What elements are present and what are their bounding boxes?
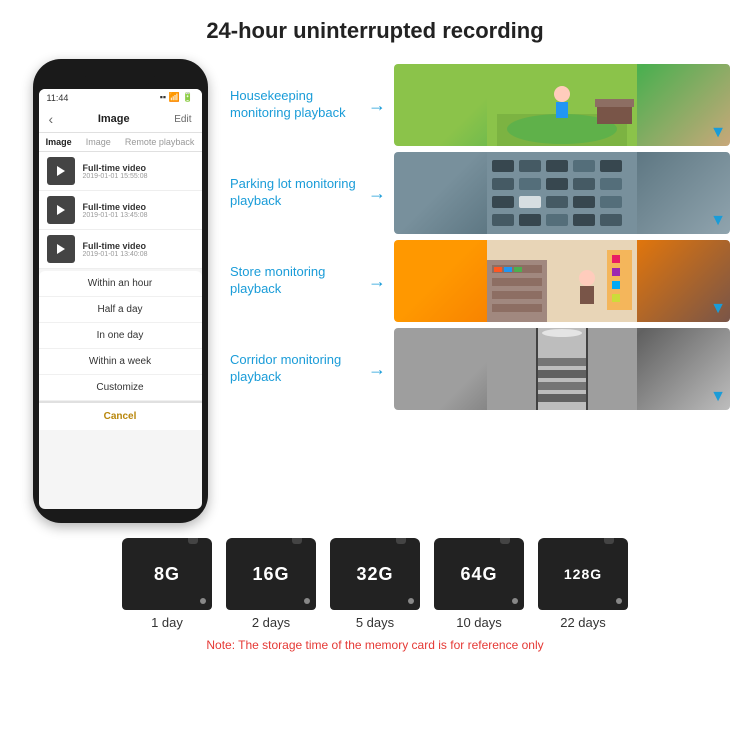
- phone-back-button[interactable]: ‹: [49, 111, 54, 127]
- corner-arrow-corridor: ▼: [710, 388, 726, 406]
- sd-card-dot-32g: [408, 598, 414, 604]
- storage-card-128g: 128G 22 days: [538, 538, 628, 630]
- sd-card-64g: 64G: [434, 538, 524, 610]
- arrow-store: →: [368, 271, 386, 292]
- video-thumb-1: [47, 157, 75, 185]
- monitoring-img-housekeeping: ▼ ▼: [394, 64, 730, 146]
- monitoring-corridor: Corridor monitoring playback →: [230, 328, 730, 410]
- dropdown-popup: Within an hour Half a day In one day Wit…: [39, 271, 202, 430]
- dropdown-item-oneday[interactable]: In one day: [39, 323, 202, 349]
- video-thumb-3: [47, 235, 75, 263]
- storage-days-128g: 22 days: [560, 615, 606, 630]
- phone-notch: [85, 71, 155, 85]
- monitoring-housekeeping: Housekeeping monitoring playback → ▼: [230, 64, 730, 146]
- storage-days-64g: 10 days: [456, 615, 502, 630]
- monitoring-label-corridor: Corridor monitoring playback: [230, 352, 360, 386]
- phone-nav-bar: ‹ Image Edit: [39, 106, 202, 133]
- video-date-1: 2019-01-01 15:55:08: [83, 173, 194, 180]
- tab-remote-playback[interactable]: Remote playback: [125, 137, 195, 147]
- phone-container: 11:44 ▪▪ 📶 🔋 ‹ Image Edit Image Image Re…: [20, 59, 220, 523]
- storage-section: 8G 1 day 16G 2 days 32G 5 days 64G: [0, 528, 750, 652]
- sd-card-16g: 16G: [226, 538, 316, 610]
- video-info-3: Full-time video 2019-01-01 13:40:08: [83, 241, 194, 258]
- storage-note: Note: The storage time of the memory car…: [206, 638, 543, 652]
- video-date-2: 2019-01-01 13:45:08: [83, 212, 194, 219]
- right-panel: Housekeeping monitoring playback → ▼: [230, 59, 730, 523]
- sd-card-label-16g: 16G: [252, 564, 289, 585]
- phone-screen: 11:44 ▪▪ 📶 🔋 ‹ Image Edit Image Image Re…: [39, 89, 202, 509]
- storage-days-16g: 2 days: [252, 615, 290, 630]
- sd-card-dot-128g: [616, 598, 622, 604]
- video-date-3: 2019-01-01 13:40:08: [83, 251, 194, 258]
- sd-card-dot-64g: [512, 598, 518, 604]
- main-content: 11:44 ▪▪ 📶 🔋 ‹ Image Edit Image Image Re…: [0, 59, 750, 523]
- storage-card-32g: 32G 5 days: [330, 538, 420, 630]
- phone-tabs: Image Image Remote playback: [39, 133, 202, 152]
- dropdown-item-week[interactable]: Within a week: [39, 349, 202, 375]
- monitoring-store: Store monitoring playback →: [230, 240, 730, 322]
- phone-edit-button[interactable]: Edit: [174, 114, 191, 125]
- sd-card-128g: 128G: [538, 538, 628, 610]
- monitoring-label-store: Store monitoring playback: [230, 264, 360, 298]
- sd-card-label-8g: 8G: [154, 564, 180, 585]
- dropdown-item-hour[interactable]: Within an hour: [39, 271, 202, 297]
- arrow-parking: →: [368, 183, 386, 204]
- storage-card-64g: 64G 10 days: [434, 538, 524, 630]
- sd-card-8g: 8G: [122, 538, 212, 610]
- tab-image[interactable]: Image: [46, 137, 72, 147]
- phone-status-icons: ▪▪ 📶 🔋: [160, 92, 194, 103]
- monitoring-img-corridor: ▼: [394, 328, 730, 410]
- video-info-2: Full-time video 2019-01-01 13:45:08: [83, 202, 194, 219]
- storage-card-8g: 8G 1 day: [122, 538, 212, 630]
- arrow-corridor: →: [368, 359, 386, 380]
- phone-time: 11:44: [47, 93, 69, 103]
- dropdown-item-customize[interactable]: Customize: [39, 375, 202, 401]
- dropdown-item-halfday[interactable]: Half a day: [39, 297, 202, 323]
- storage-days-8g: 1 day: [151, 615, 183, 630]
- storage-cards: 8G 1 day 16G 2 days 32G 5 days 64G: [122, 538, 628, 630]
- phone-status-bar: 11:44 ▪▪ 📶 🔋: [39, 89, 202, 106]
- corner-arrow-store: ▼: [710, 300, 726, 318]
- monitoring-img-store: ▼: [394, 240, 730, 322]
- arrow-housekeeping: →: [368, 95, 386, 116]
- corner-arrow-parking: ▼: [710, 212, 726, 230]
- video-item-1[interactable]: Full-time video 2019-01-01 15:55:08: [39, 152, 202, 191]
- sd-card-label-128g: 128G: [564, 566, 602, 582]
- sd-card-label-64g: 64G: [460, 564, 497, 585]
- sd-card-label-32g: 32G: [356, 564, 393, 585]
- sd-card-dot-8g: [200, 598, 206, 604]
- monitoring-img-parking: ▼: [394, 152, 730, 234]
- video-item-2[interactable]: Full-time video 2019-01-01 13:45:08: [39, 191, 202, 230]
- video-title-3: Full-time video: [83, 241, 194, 251]
- video-info-1: Full-time video 2019-01-01 15:55:08: [83, 163, 194, 180]
- corner-arrow-housekeeping: ▼: [710, 124, 726, 142]
- sd-card-dot-16g: [304, 598, 310, 604]
- storage-days-32g: 5 days: [356, 615, 394, 630]
- storage-card-16g: 16G 2 days: [226, 538, 316, 630]
- monitoring-label-housekeeping: Housekeeping monitoring playback: [230, 88, 360, 122]
- video-title-2: Full-time video: [83, 202, 194, 212]
- video-item-3[interactable]: Full-time video 2019-01-01 13:40:08: [39, 230, 202, 269]
- page-title: 24-hour uninterrupted recording: [0, 0, 750, 54]
- phone-nav-title: Image: [98, 113, 130, 125]
- monitoring-label-parking: Parking lot monitoring playback: [230, 176, 360, 210]
- tab-image2[interactable]: Image: [86, 137, 111, 147]
- phone: 11:44 ▪▪ 📶 🔋 ‹ Image Edit Image Image Re…: [33, 59, 208, 523]
- sd-card-32g: 32G: [330, 538, 420, 610]
- video-title-1: Full-time video: [83, 163, 194, 173]
- video-thumb-2: [47, 196, 75, 224]
- monitoring-parking: Parking lot monitoring playback →: [230, 152, 730, 234]
- play-icon-3: [57, 244, 65, 254]
- dropdown-cancel-button[interactable]: Cancel: [39, 401, 202, 430]
- play-icon-1: [57, 166, 65, 176]
- play-icon-2: [57, 205, 65, 215]
